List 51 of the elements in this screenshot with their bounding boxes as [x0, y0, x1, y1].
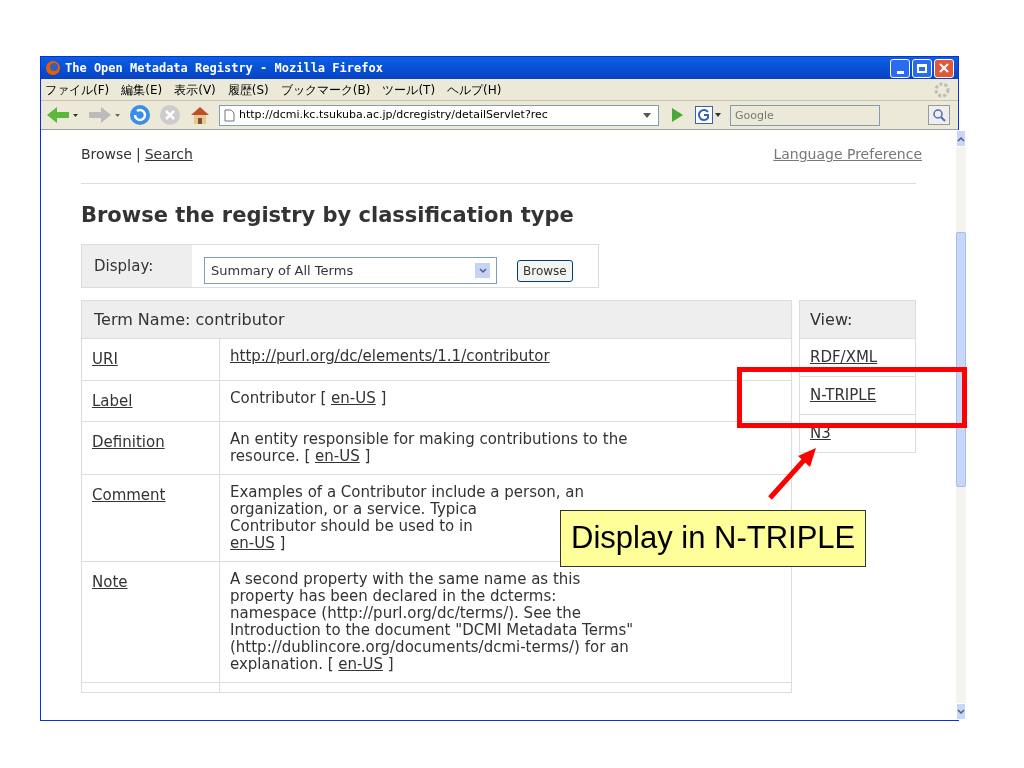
- page-icon: [224, 108, 235, 122]
- menu-item[interactable]: ツール(T): [382, 80, 436, 99]
- menu-item[interactable]: ファイル(F): [45, 80, 110, 99]
- menu-item[interactable]: 履歴(S): [227, 80, 269, 99]
- scroll-down-icon[interactable]: [957, 708, 965, 715]
- term-value: An entity responsible for making contributions to the resource. [ en-US ]: [219, 421, 792, 475]
- scroll-up-icon[interactable]: [957, 135, 965, 142]
- address-text: http://dcmi.kc.tsukuba.ac.jp/dcregistry/detailServlet?rec: [239, 106, 548, 123]
- term-value: Contributor [ en-US ]: [219, 380, 792, 422]
- maximize-button[interactable]: [912, 58, 932, 78]
- nav-separator: |: [136, 145, 141, 165]
- menu-item[interactable]: ブックマーク(B): [280, 80, 371, 99]
- view-header: View:: [799, 300, 916, 339]
- term-property-link[interactable]: Label: [92, 391, 133, 410]
- window-title: The Open Metadata Registry - Mozilla Firefox: [65, 60, 383, 77]
- home-icon[interactable]: [189, 104, 211, 126]
- minimize-button[interactable]: [890, 58, 910, 78]
- dropdown-icon: [714, 111, 722, 119]
- term-property-link[interactable]: Definition: [92, 433, 165, 451]
- term-property-link[interactable]: URI: [92, 350, 118, 368]
- search-icon[interactable]: [928, 105, 950, 125]
- language-preference-link[interactable]: Language Preference: [773, 144, 922, 165]
- nav-current: Browse: [81, 145, 132, 164]
- menu-item[interactable]: ヘルプ(H): [447, 80, 502, 99]
- reload-icon[interactable]: [129, 104, 151, 126]
- language-link[interactable]: en-US: [331, 388, 376, 407]
- language-link[interactable]: en-US: [230, 534, 275, 552]
- term-property-link[interactable]: Note: [92, 573, 128, 591]
- nav-link[interactable]: Search: [144, 144, 193, 165]
- term-name-header: Term Name: contributor: [81, 300, 792, 339]
- search-engine-icon: [695, 106, 713, 124]
- page-heading: Browse the registry by classification type: [81, 202, 575, 229]
- browser-logo-icon: [45, 60, 61, 76]
- language-link[interactable]: en-US: [315, 447, 360, 465]
- term-property-link[interactable]: Comment: [92, 486, 166, 504]
- display-label: Display:: [82, 244, 192, 287]
- language-link[interactable]: http://purl.org/dc/elements/1.1/contributor: [230, 347, 550, 365]
- dropdown-icon: [475, 263, 490, 279]
- throbber-icon: [934, 81, 950, 98]
- search-engine-button[interactable]: [695, 106, 722, 124]
- annotation-callout: Display in N-TRIPLE: [560, 510, 867, 567]
- scrollbar[interactable]: [956, 130, 966, 720]
- browse-button[interactable]: Browse: [517, 259, 573, 282]
- display-select[interactable]: Summary of All Terms: [204, 257, 497, 285]
- close-icon: [939, 63, 949, 73]
- close-button[interactable]: [934, 58, 954, 78]
- address-bar[interactable]: http://dcmi.kc.tsukuba.ac.jp/dcregistry/detailServlet?rec: [219, 104, 659, 126]
- menu-item[interactable]: 編集(E): [121, 80, 163, 99]
- search-field[interactable]: Google: [730, 104, 880, 126]
- menu-item[interactable]: 表示(V): [174, 80, 216, 99]
- language-link[interactable]: en-US: [338, 655, 383, 673]
